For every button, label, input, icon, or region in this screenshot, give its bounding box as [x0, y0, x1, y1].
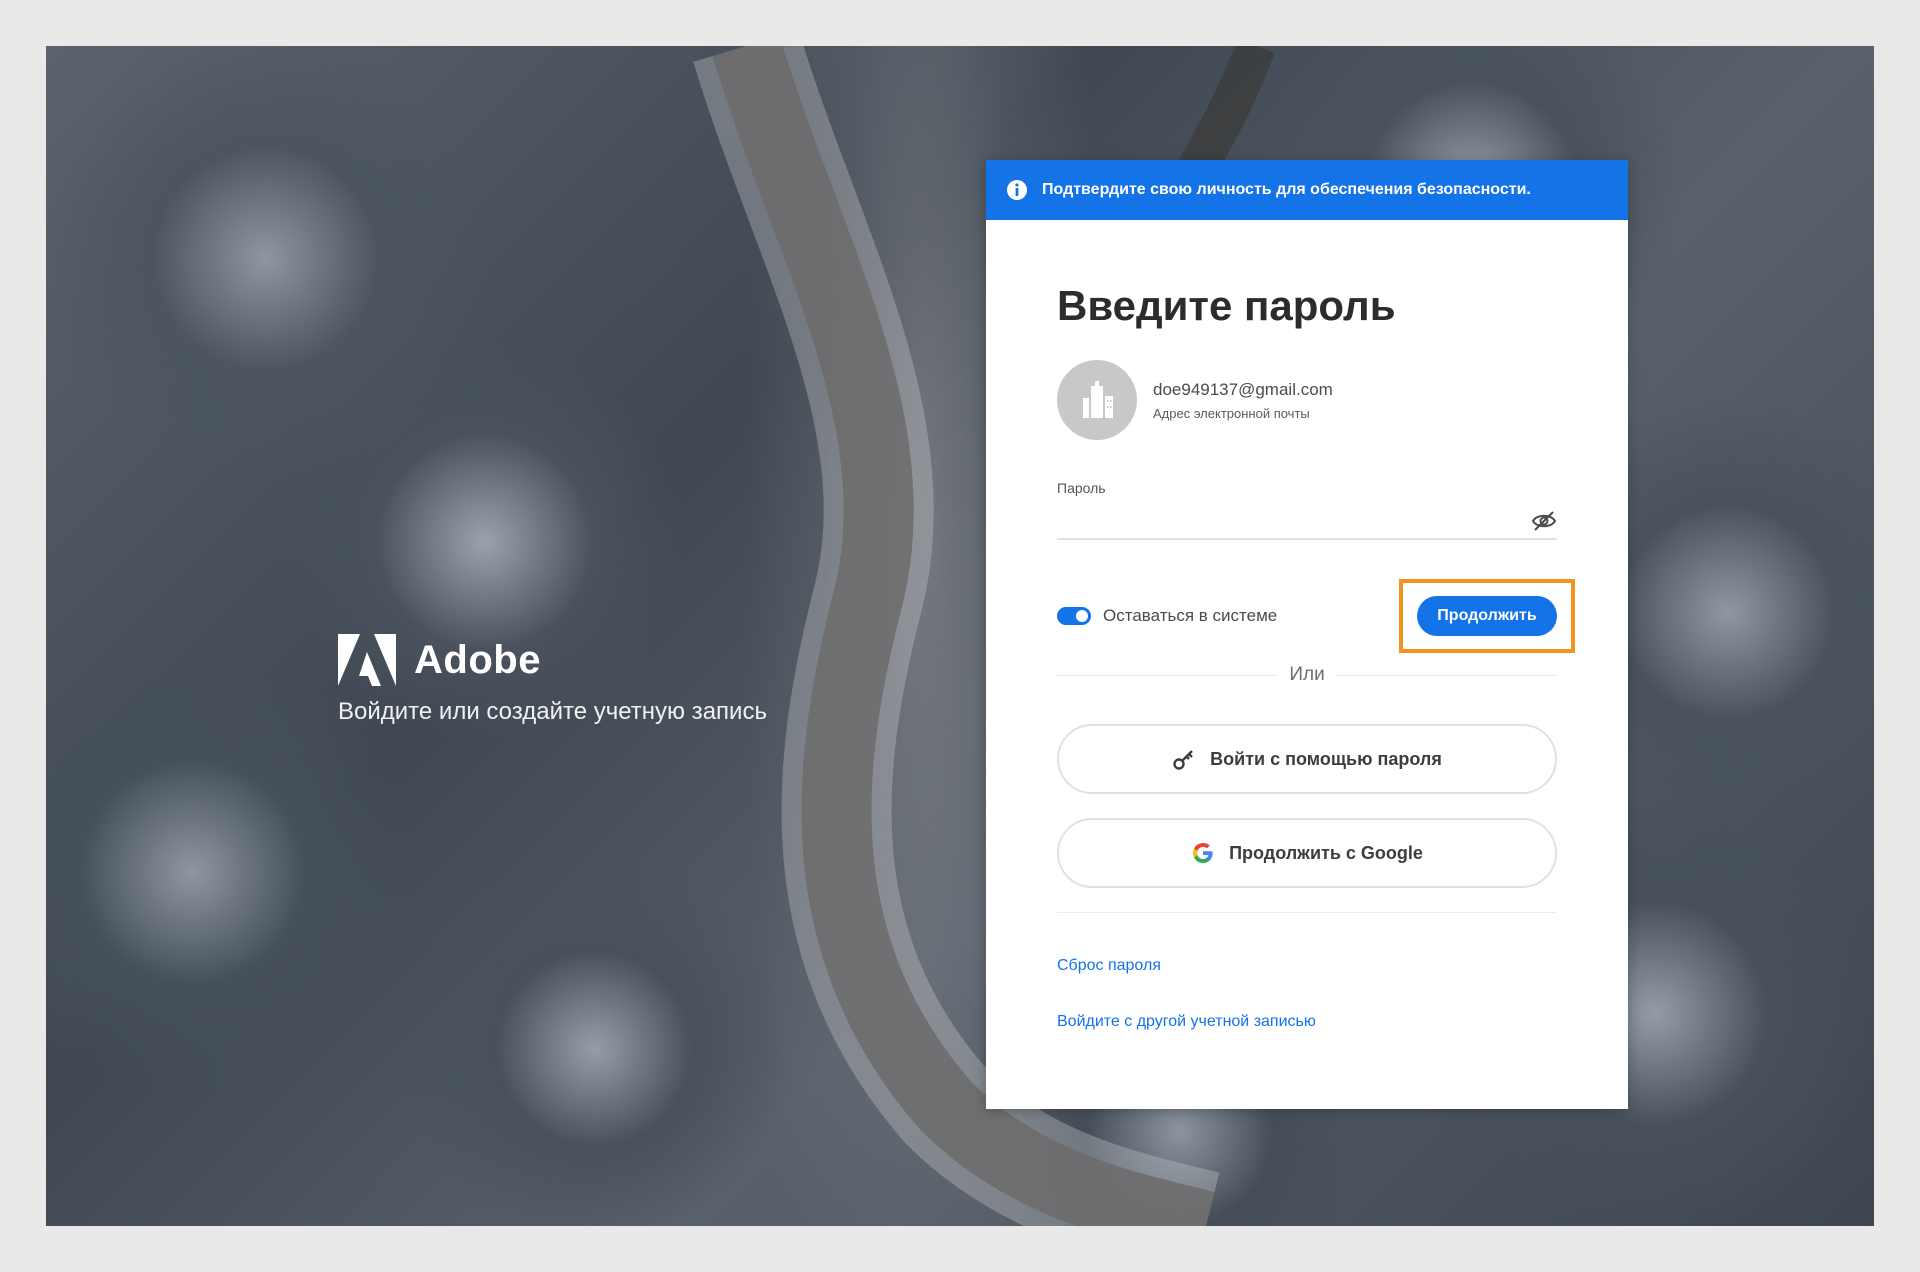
continue-button[interactable]: Продолжить	[1417, 596, 1557, 636]
other-account-link[interactable]: Войдите с другой учетной записью	[1057, 1013, 1557, 1031]
avatar	[1057, 360, 1137, 440]
brand-tagline: Войдите или создайте учетную запись	[338, 698, 767, 725]
google-icon	[1193, 843, 1213, 863]
account-email-label: Адрес электронной почты	[1153, 405, 1310, 421]
stay-signed-in-label: Оставаться в системе	[1103, 606, 1278, 625]
eye-off-icon[interactable]	[1531, 510, 1557, 532]
key-icon	[1173, 750, 1194, 770]
info-icon	[1007, 180, 1027, 200]
or-text: Или	[1289, 664, 1325, 685]
adobe-logo-icon	[338, 634, 396, 686]
building-icon	[1083, 381, 1113, 418]
divider-line-right	[1336, 674, 1558, 676]
card-body: Введите пароль doe949137@gmail.com Адрес…	[1057, 220, 1575, 1031]
google-login-button[interactable]: Продолжить с Google	[1057, 818, 1557, 888]
stay-signed-in-toggle[interactable]	[1057, 607, 1091, 625]
divider-line-left	[1057, 674, 1278, 676]
stay-signed-in: Оставаться в системе	[1057, 606, 1277, 626]
password-login-button[interactable]: Войти с помощью пароля	[1057, 724, 1557, 794]
security-banner: Подтвердите свою личность для обеспечени…	[986, 160, 1628, 220]
reset-password-link[interactable]: Сброс пароля	[1057, 957, 1557, 975]
login-card: Подтвердите свою личность для обеспечени…	[986, 160, 1628, 1109]
password-input[interactable]	[1057, 506, 1557, 538]
continue-highlight: Продолжить	[1399, 579, 1575, 653]
account-row: doe949137@gmail.com Адрес электронной по…	[1057, 360, 1557, 440]
google-login-label: Продолжить с Google	[1229, 842, 1423, 863]
section-separator	[1057, 912, 1557, 913]
brand-row: Adobe	[338, 634, 767, 686]
branding: Adobe Войдите или создайте учетную запис…	[338, 634, 767, 726]
account-email: doe949137@gmail.com	[1153, 379, 1333, 399]
password-field-wrapper	[1057, 506, 1557, 540]
toggle-knob	[1076, 610, 1088, 622]
action-row: Оставаться в системе Продолжить	[1057, 579, 1575, 653]
password-label: Пароль	[1057, 480, 1106, 496]
or-divider: Или	[1057, 660, 1558, 690]
password-login-label: Войти с помощью пароля	[1210, 748, 1442, 769]
account-info: doe949137@gmail.com Адрес электронной по…	[1153, 380, 1333, 421]
page-title: Введите пароль	[1057, 282, 1396, 329]
brand-name: Adobe	[414, 637, 541, 682]
banner-text: Подтвердите свою личность для обеспечени…	[1042, 181, 1531, 198]
